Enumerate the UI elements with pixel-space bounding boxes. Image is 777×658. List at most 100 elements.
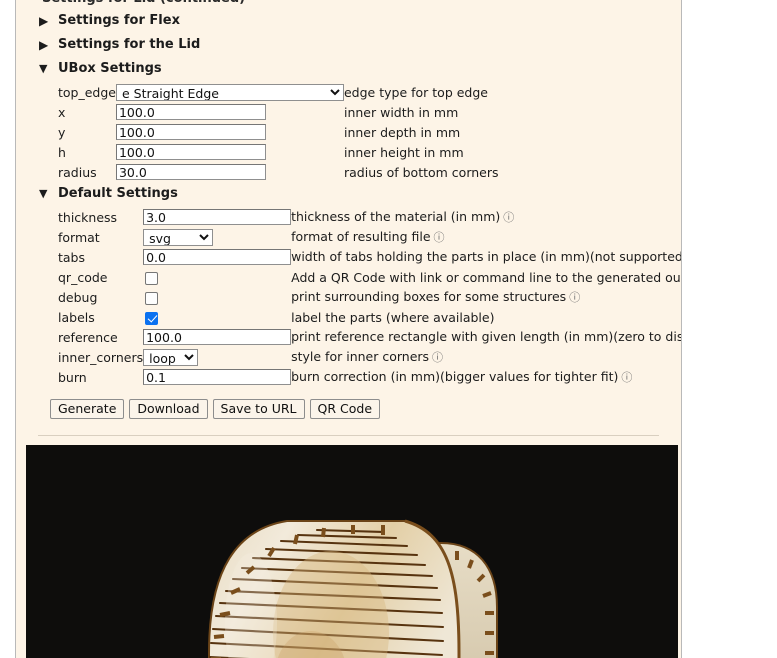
settings-form: Settings for Lid (continued) ▶ Settings …: [16, 0, 681, 436]
field-label-top-edge: top_edge: [58, 84, 116, 100]
field-control-qr-code[interactable]: [143, 267, 291, 287]
field-desc-thickness: thickness of the material (in mm) ⓘ: [291, 207, 681, 227]
field-row-labels: labels label the parts (where available): [58, 307, 681, 327]
labels-checkbox[interactable]: [145, 311, 159, 325]
section-header-ubox[interactable]: ▼ UBox Settings: [28, 57, 669, 81]
info-icon[interactable]: ⓘ: [432, 349, 443, 365]
field-control-radius[interactable]: [115, 162, 344, 182]
desc-text: print reference rectangle with given len…: [291, 329, 682, 344]
section-label-default: Default Settings: [58, 186, 178, 201]
field-control-x[interactable]: [115, 102, 344, 122]
field-desc-inner-corners: style for inner corners ⓘ: [291, 347, 681, 367]
info-icon[interactable]: ⓘ: [503, 209, 514, 225]
save-to-url-button[interactable]: Save to URL: [212, 399, 305, 419]
field-desc-radius: radius of bottom corners: [343, 164, 499, 180]
field-label-qr-code: qr_code: [58, 269, 108, 285]
thickness-input[interactable]: [143, 209, 292, 225]
info-icon[interactable]: ⓘ: [569, 289, 580, 305]
ubox-photo-illustration: [191, 503, 521, 658]
section-header-default[interactable]: ▼ Default Settings: [28, 182, 669, 206]
field-label-burn: burn: [58, 369, 87, 385]
field-desc-qr-code: Add a QR Code with link or command line …: [291, 269, 682, 285]
truncated-section-header: Settings for Lid (continued): [42, 0, 669, 9]
field-control-burn[interactable]: [143, 367, 292, 387]
section-divider: [38, 435, 659, 436]
generate-button[interactable]: Generate: [50, 399, 125, 419]
chevron-down-icon: ▼: [39, 187, 48, 200]
field-desc-reference: print reference rectangle with given len…: [291, 327, 682, 347]
field-control-tabs[interactable]: [143, 247, 292, 267]
field-desc-format: format of resulting file ⓘ: [291, 227, 681, 247]
section-header-lid[interactable]: ▶ Settings for the Lid: [28, 33, 669, 57]
field-label-tabs: tabs: [58, 249, 86, 265]
field-row-inner-corners: inner_corners loop style for inner corne…: [58, 347, 681, 367]
field-control-y[interactable]: [115, 122, 344, 142]
field-row-reference: reference print reference rectangle with…: [58, 327, 682, 347]
y-input[interactable]: [115, 124, 266, 140]
desc-text: thickness of the material (in mm): [291, 209, 501, 224]
action-button-row: Generate Download Save to URL QR Code: [50, 399, 669, 419]
qr-code-checkbox[interactable]: [145, 271, 159, 285]
top-edge-select[interactable]: e Straight Edge: [115, 83, 344, 101]
desc-text: width of tabs holding the parts in place…: [291, 249, 682, 264]
field-label-labels: labels: [58, 309, 95, 325]
field-label-x: x: [58, 104, 66, 120]
field-label-reference: reference: [58, 329, 118, 345]
reference-input[interactable]: [143, 329, 292, 345]
inner-corners-select[interactable]: loop: [143, 348, 199, 366]
desc-text: format of resulting file: [291, 229, 431, 244]
field-control-debug[interactable]: [143, 287, 291, 307]
x-input[interactable]: [115, 104, 266, 120]
desc-text: print surrounding boxes for some structu…: [291, 289, 567, 304]
field-row-radius: radius radius of bottom corners: [58, 162, 499, 182]
field-desc-burn: burn correction (in mm)(bigger values fo…: [291, 367, 681, 387]
field-row-x: x inner width in mm: [58, 102, 499, 122]
field-row-h: h inner height in mm: [58, 142, 499, 162]
field-row-format: format svg format of resulting file ⓘ: [58, 227, 681, 247]
field-label-debug: debug: [58, 289, 98, 305]
section-label-flex: Settings for Flex: [58, 13, 180, 28]
radius-input[interactable]: [115, 164, 266, 180]
field-label-thickness: thickness: [58, 209, 118, 225]
field-label-y: y: [58, 124, 66, 140]
h-input[interactable]: [115, 144, 266, 160]
burn-input[interactable]: [143, 369, 292, 385]
field-control-h[interactable]: [115, 142, 344, 162]
field-row-burn: burn burn correction (in mm)(bigger valu…: [58, 367, 681, 387]
field-control-reference[interactable]: [143, 327, 292, 347]
field-desc-y: inner depth in mm: [343, 124, 461, 140]
section-label-ubox: UBox Settings: [58, 61, 162, 76]
info-icon[interactable]: ⓘ: [434, 229, 445, 245]
field-row-top-edge: top_edge e Straight Edge edge type for t…: [58, 82, 499, 102]
wood-burn-shading: [225, 551, 389, 658]
format-select[interactable]: svg: [143, 228, 214, 246]
field-control-labels[interactable]: [143, 307, 291, 327]
field-desc-debug: print surrounding boxes for some structu…: [291, 287, 681, 307]
truncated-section-label: Settings for Lid (continued): [42, 0, 245, 6]
field-label-format: format: [58, 229, 100, 245]
download-button[interactable]: Download: [129, 399, 208, 419]
field-control-top-edge[interactable]: e Straight Edge: [115, 82, 344, 102]
field-control-inner-corners[interactable]: loop: [143, 347, 291, 367]
field-desc-x: inner width in mm: [343, 104, 459, 120]
field-desc-top-edge: edge type for top edge: [343, 84, 488, 100]
field-row-tabs: tabs width of tabs holding the parts in …: [58, 247, 682, 267]
section-label-lid: Settings for the Lid: [58, 37, 201, 52]
example-photo: [26, 445, 678, 658]
info-icon[interactable]: ⓘ: [621, 369, 632, 385]
field-desc-tabs: width of tabs holding the parts in place…: [291, 247, 682, 267]
field-row-y: y inner depth in mm: [58, 122, 499, 142]
section-header-flex[interactable]: ▶ Settings for Flex: [28, 9, 669, 33]
field-label-h: h: [58, 144, 66, 160]
field-row-qr-code: qr_code Add a QR Code with link or comma…: [58, 267, 682, 287]
field-row-debug: debug print surrounding boxes for some s…: [58, 287, 681, 307]
chevron-down-icon: ▼: [39, 62, 48, 75]
qr-code-button[interactable]: QR Code: [309, 399, 381, 419]
field-control-thickness[interactable]: [143, 207, 292, 227]
debug-checkbox[interactable]: [145, 291, 159, 305]
desc-text: style for inner corners: [291, 349, 430, 364]
field-control-format[interactable]: svg: [143, 227, 291, 247]
tabs-input[interactable]: [143, 249, 292, 265]
content-column: Settings for Lid (continued) ▶ Settings …: [15, 0, 682, 658]
field-desc-h: inner height in mm: [343, 144, 464, 160]
